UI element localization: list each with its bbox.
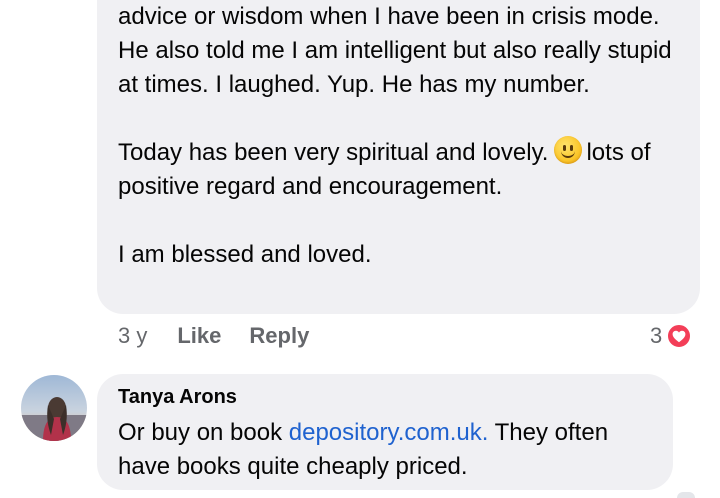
comment-paragraph: Today has been very spiritual and lovely…: [118, 136, 676, 204]
profile-photo-avatar: [21, 375, 87, 441]
comment-bubble: Tanya Arons Or buy on book depository.co…: [97, 374, 673, 490]
heart-icon: [666, 323, 693, 349]
reaction-count: 3: [650, 323, 663, 348]
comment-link[interactable]: depository.com.uk.: [289, 419, 489, 446]
reply-button[interactable]: Reply: [249, 323, 309, 349]
comment-bubble: advice or wisdom when I have been in cri…: [97, 0, 700, 314]
comment-paragraph: advice or wisdom when I have been in cri…: [118, 3, 672, 98]
comment-actions: 3 y Like Reply: [118, 320, 337, 352]
comment-text: Or buy on book depository.com.uk. They o…: [118, 416, 655, 484]
avatar[interactable]: [21, 375, 87, 441]
smiling-face-icon: [554, 136, 583, 164]
comment-timestamp: 3 y: [118, 323, 148, 348]
comment-text: advice or wisdom when I have been in cri…: [118, 0, 676, 272]
comment-paragraph: I am blessed and loved.: [118, 241, 372, 268]
comment-text-segment: Today has been very spiritual and lovely…: [118, 139, 549, 166]
next-comment-edge: [677, 492, 695, 498]
like-button[interactable]: Like: [177, 323, 221, 349]
reaction-summary[interactable]: 3: [650, 320, 693, 352]
comment-author[interactable]: Tanya Arons: [118, 386, 237, 409]
comment-text-segment: Or buy on book: [118, 419, 289, 446]
